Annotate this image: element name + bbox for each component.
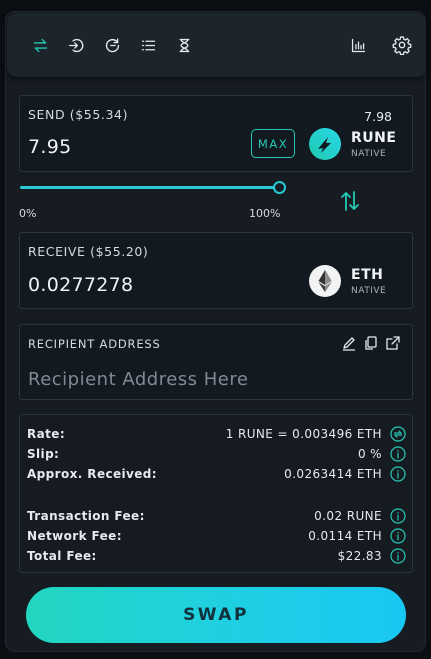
rate-value: 1 RUNE = 0.003496 ETH [225, 427, 382, 441]
slip-label: Slip: [27, 447, 60, 461]
receive-amount: 0.0277278 [28, 274, 134, 296]
eth-token-icon[interactable] [309, 265, 341, 297]
percent-slider-track[interactable] [20, 186, 280, 189]
receive-token-chain: NATIVE [351, 286, 387, 296]
receive-label: RECEIVE ($55.20) [28, 244, 149, 259]
details-panel: Rate: 1 RUNE = 0.003496 ETH Slip: 0 % Ap… [19, 414, 413, 573]
info-icon[interactable] [390, 548, 406, 564]
refresh-icon[interactable] [102, 35, 122, 55]
total-fee-label: Total Fee: [27, 549, 97, 563]
recipient-label: RECIPIENT ADDRESS [28, 337, 161, 351]
recipient-address-input[interactable]: Recipient Address Here [28, 369, 248, 390]
swap-button[interactable]: SWAP [26, 587, 406, 643]
rune-token-icon[interactable] [309, 128, 341, 160]
rate-row: Rate: 1 RUNE = 0.003496 ETH [27, 425, 406, 443]
network-fee-label: Network Fee: [27, 529, 122, 543]
send-amount-input[interactable]: 7.95 [28, 136, 72, 158]
info-icon[interactable] [390, 508, 406, 524]
approx-received-value: 0.0263414 ETH [284, 467, 382, 481]
slip-row: Slip: 0 % [27, 445, 406, 463]
max-button[interactable]: MAX [251, 129, 295, 158]
slider-max-label: 100% [249, 207, 281, 220]
login-icon[interactable] [66, 35, 86, 55]
info-icon[interactable] [390, 446, 406, 462]
approx-received-row: Approx. Received: 0.0263414 ETH [27, 465, 406, 483]
swap-widget: SEND ($55.34) 7.95 MAX 7.98 RUNE NATIVE … [5, 11, 426, 652]
send-label: SEND ($55.34) [28, 107, 129, 122]
network-fee-row: Network Fee: 0.0114 ETH [27, 527, 406, 545]
slip-value: 0 % [357, 447, 382, 461]
transaction-fee-row: Transaction Fee: 0.02 RUNE [27, 507, 406, 525]
total-fee-value: $22.83 [337, 549, 382, 563]
send-token-name[interactable]: RUNE [351, 130, 396, 146]
reverse-swap-icon[interactable] [339, 190, 361, 212]
transaction-fee-label: Transaction Fee: [27, 509, 145, 523]
recipient-panel: RECIPIENT ADDRESS Recipient Address Here [19, 324, 413, 400]
rate-label: Rate: [27, 427, 66, 441]
total-fee-row: Total Fee: $22.83 [27, 547, 406, 565]
info-icon[interactable] [390, 528, 406, 544]
swap-arrows-icon[interactable] [30, 35, 50, 55]
chart-icon[interactable] [348, 35, 368, 55]
slider-min-label: 0% [19, 207, 37, 220]
copy-icon[interactable] [363, 335, 379, 351]
send-panel: SEND ($55.34) 7.95 MAX 7.98 RUNE NATIVE [19, 95, 413, 172]
hourglass-icon[interactable] [174, 35, 194, 55]
swap-rate-icon[interactable] [390, 426, 406, 442]
list-icon[interactable] [138, 35, 158, 55]
info-icon[interactable] [390, 466, 406, 482]
gear-icon[interactable] [391, 34, 413, 56]
toolbar [7, 13, 426, 77]
approx-received-label: Approx. Received: [27, 467, 157, 481]
receive-token-name[interactable]: ETH [351, 267, 383, 283]
receive-panel: RECEIVE ($55.20) 0.0277278 ETH NATIVE [19, 232, 413, 309]
external-link-icon[interactable] [385, 335, 401, 351]
send-token-chain: NATIVE [351, 149, 387, 159]
transaction-fee-value: 0.02 RUNE [314, 509, 382, 523]
percent-slider-handle[interactable] [273, 181, 286, 194]
edit-icon[interactable] [341, 335, 357, 351]
send-balance: 7.98 [364, 109, 392, 124]
network-fee-value: 0.0114 ETH [308, 529, 382, 543]
